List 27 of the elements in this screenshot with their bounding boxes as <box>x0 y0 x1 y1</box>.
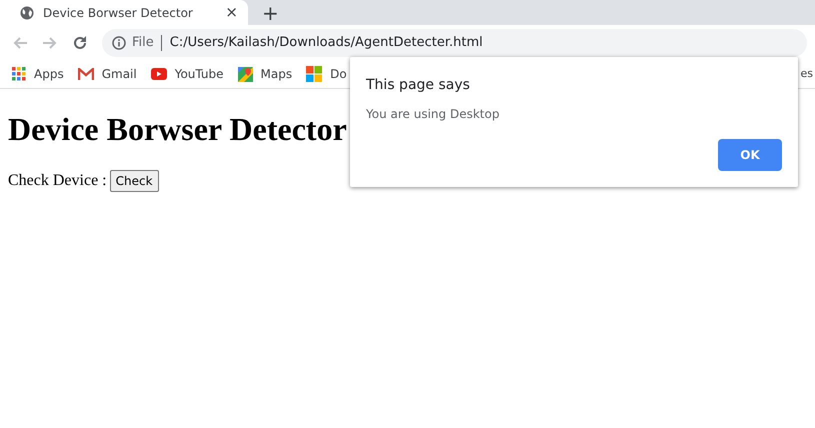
play-icon <box>150 68 167 80</box>
bookmark-link[interactable]: Gmail <box>78 65 137 83</box>
bookmark-link[interactable]: Do <box>306 65 347 83</box>
reload-icon[interactable] <box>72 34 88 50</box>
ok-button[interactable]: OK <box>718 139 782 171</box>
scheme-label: File <box>132 34 162 50</box>
dialog-title: This page says <box>366 76 471 95</box>
map-pin-icon <box>238 66 253 82</box>
close-tab-button[interactable]: × <box>225 5 238 20</box>
bookmark-link[interactable]: Maps <box>238 65 292 83</box>
globe-icon <box>20 6 34 20</box>
four-squares-icon <box>306 66 322 82</box>
new-tab-button[interactable]: + <box>262 3 279 23</box>
info-icon[interactable] <box>112 36 126 50</box>
dialog-message: You are using Desktop <box>366 106 500 123</box>
bookmark-link[interactable]: es <box>800 66 813 82</box>
bookmark-link[interactable]: YouTube <box>150 65 224 83</box>
check-button[interactable]: Check <box>110 170 159 192</box>
address-bar[interactable]: File C:/Users/Kailash/Downloads/AgentDetecter.html <box>102 28 807 56</box>
mail-icon <box>78 68 94 80</box>
grid-icon <box>12 67 26 81</box>
browser-tab[interactable]: Device Borwser Detector × <box>0 0 248 25</box>
check-device-label: Check Device : <box>8 171 107 192</box>
tab-title: Device Borwser Detector <box>43 4 194 22</box>
page-heading: Device Borwser Detector <box>8 110 347 148</box>
bookmark-link[interactable]: Apps <box>12 65 64 83</box>
url-text: C:/Users/Kailash/Downloads/AgentDetecter.html <box>168 34 483 52</box>
